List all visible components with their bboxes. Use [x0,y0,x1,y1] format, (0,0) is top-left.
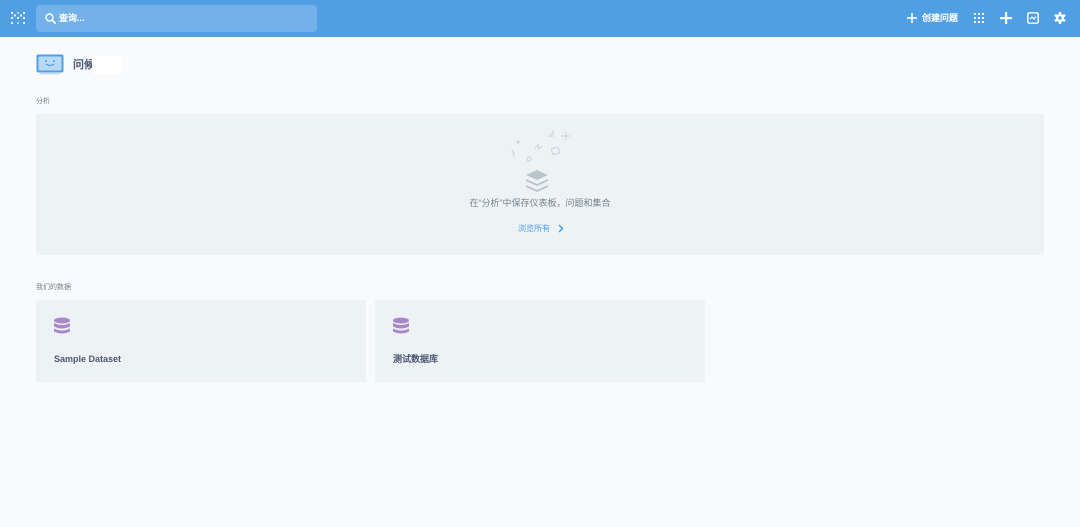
smiling-computer-icon [36,54,64,75]
search-icon [45,13,56,24]
metabase-logo-icon[interactable] [10,11,26,25]
database-name: 测试数据库 [393,354,439,364]
database-card-test-db[interactable]: 测试数据库 [375,300,705,382]
database-card-sample-dataset[interactable]: Sample Dataset [36,300,366,382]
database-name: Sample Dataset [54,354,122,364]
redacted-username [92,56,122,74]
apps-grid-icon[interactable] [973,12,985,24]
analytics-empty-message: 在“分析”中保存仪表板，问题和集合 [469,198,611,208]
add-icon[interactable] [1000,12,1012,24]
gear-icon[interactable] [1054,12,1066,24]
search-placeholder: 查询... [59,13,85,23]
our-data-section-label: 我们的数据 [36,284,71,291]
browse-all-link[interactable]: 浏览所有 [518,223,565,234]
activity-icon[interactable] [1027,12,1039,24]
new-question-label: 创建问题 [922,13,959,23]
analytics-section-label: 分析 [36,98,50,105]
search-bar[interactable]: 查询... [36,5,317,32]
top-navbar: 查询... 创建问题 [0,0,1080,37]
database-icon [54,317,70,334]
plus-icon [907,13,917,23]
empty-state-illustration [511,130,570,192]
database-icon [393,317,409,334]
browse-all-label: 浏览所有 [518,224,550,233]
chevron-right-icon [558,224,565,233]
